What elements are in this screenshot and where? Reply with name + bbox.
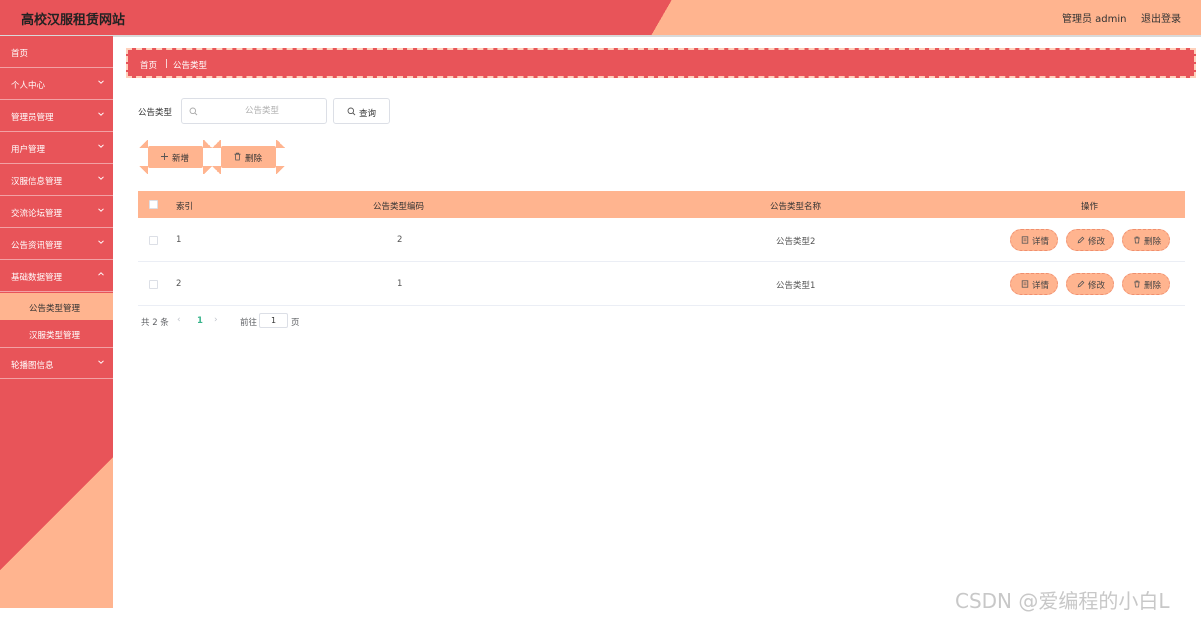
watermark: CSDN @爱编程的小白L (955, 589, 1170, 613)
search-input[interactable] (202, 102, 322, 120)
edit-icon (1077, 280, 1085, 288)
chevron-down-icon (98, 240, 104, 244)
sidebar-item-home[interactable]: 首页 (0, 36, 113, 68)
cell-index: 2 (176, 279, 182, 289)
column-header-name: 公告类型名称 (770, 202, 822, 212)
chevron-down-icon (98, 144, 104, 148)
document-icon (1021, 280, 1029, 288)
trash-icon (1134, 236, 1140, 244)
trash-icon (1134, 280, 1140, 288)
detail-button[interactable]: 详情 (1010, 229, 1058, 251)
sidebar-item-users[interactable]: 用户管理 (0, 132, 113, 164)
sidebar-item-profile[interactable]: 个人中心 (0, 68, 113, 100)
pagination-page-number[interactable]: 1 (197, 316, 203, 326)
edit-button-label: 修改 (1088, 237, 1106, 247)
breadcrumb-current: 公告类型 (173, 61, 208, 71)
pagination-goto-input[interactable] (259, 313, 288, 328)
column-header-actions: 操作 (1081, 202, 1099, 212)
query-button-label: 查询 (359, 109, 377, 119)
trash-icon (234, 152, 241, 161)
plus-icon (161, 153, 168, 160)
sidebar-subitem-hanfu-type[interactable]: 汉服类型管理 (0, 320, 113, 347)
breadcrumb-separator: | (165, 59, 168, 69)
search-label: 公告类型 (138, 108, 173, 118)
batch-delete-button-label: 删除 (245, 154, 263, 164)
pagination-goto-label: 前往 (240, 318, 258, 328)
add-button[interactable]: 新增 (138, 140, 213, 174)
sidebar-item-label: 轮播图信息 (11, 361, 54, 371)
column-header-index: 索引 (176, 202, 194, 212)
detail-button-label: 详情 (1032, 281, 1050, 291)
edit-button[interactable]: 修改 (1066, 273, 1114, 295)
chevron-down-icon (98, 208, 104, 212)
breadcrumb-home[interactable]: 首页 (140, 59, 157, 71)
sidebar-item-label: 用户管理 (11, 145, 46, 155)
pagination-total: 共 2 条 (141, 318, 169, 328)
select-all-checkbox[interactable] (149, 200, 158, 209)
sidebar-subitem-notice-type[interactable]: 公告类型管理 (0, 293, 113, 320)
chevron-down-icon (98, 80, 104, 84)
sidebar-subitem-label: 汉服类型管理 (29, 331, 81, 341)
delete-button-label: 删除 (1144, 281, 1162, 291)
sidebar-item-hanfu-info[interactable]: 汉服信息管理 (0, 164, 113, 196)
sidebar-item-admins[interactable]: 管理员管理 (0, 100, 113, 132)
add-button-label: 新增 (172, 154, 190, 164)
sidebar-item-label: 个人中心 (11, 81, 46, 91)
chevron-up-icon (98, 272, 104, 276)
chevron-down-icon (98, 112, 104, 116)
row-checkbox[interactable] (149, 280, 158, 289)
table-row: 2 1 公告类型1 详情 修改 删除 (138, 262, 1185, 306)
sidebar-subitem-label: 公告类型管理 (29, 304, 81, 314)
delete-button[interactable]: 删除 (1122, 229, 1170, 251)
delete-button[interactable]: 删除 (1122, 273, 1170, 295)
chevron-left-icon[interactable]: ‹ (177, 315, 181, 325)
cell-name: 公告类型2 (776, 237, 816, 247)
chevron-down-icon (98, 360, 104, 364)
edit-button-label: 修改 (1088, 281, 1106, 291)
detail-button[interactable]: 详情 (1010, 273, 1058, 295)
search-icon (347, 107, 356, 116)
detail-button-label: 详情 (1032, 237, 1050, 247)
sidebar-item-label: 公告资讯管理 (11, 241, 63, 251)
header-divider (0, 35, 1201, 37)
sidebar-item-forum[interactable]: 交流论坛管理 (0, 196, 113, 228)
cell-code: 1 (397, 279, 403, 289)
sidebar-item-base-data[interactable]: 基础数据管理 (0, 260, 113, 292)
sidebar-item-label: 管理员管理 (11, 113, 54, 123)
cell-code: 2 (397, 235, 403, 245)
chevron-right-icon[interactable]: › (214, 315, 218, 325)
document-icon (1021, 236, 1029, 244)
table-row: 1 2 公告类型2 详情 修改 删除 (138, 218, 1185, 262)
search-icon (189, 107, 198, 116)
admin-user-label: 管理员 admin (1062, 14, 1127, 25)
search-field[interactable] (181, 98, 327, 124)
sidebar-item-label: 基础数据管理 (11, 273, 63, 283)
pagination-page-suffix: 页 (291, 318, 300, 328)
app-title: 高校汉服租赁网站 (21, 13, 126, 28)
batch-delete-button[interactable]: 删除 (211, 140, 286, 174)
chevron-down-icon (98, 176, 104, 180)
cell-name: 公告类型1 (776, 281, 816, 291)
delete-button-label: 删除 (1144, 237, 1162, 247)
sidebar: 首页 个人中心 管理员管理 用户管理 汉服信息管理 交流论坛管理 公告资讯管理 … (0, 36, 113, 608)
column-header-code: 公告类型编码 (373, 202, 425, 212)
sidebar-item-carousel[interactable]: 轮播图信息 (0, 347, 113, 379)
top-header (0, 0, 1201, 35)
query-button[interactable]: 查询 (333, 98, 390, 124)
sidebar-item-label: 首页 (11, 49, 29, 59)
cell-index: 1 (176, 235, 182, 245)
edit-icon (1077, 236, 1085, 244)
sidebar-item-news[interactable]: 公告资讯管理 (0, 228, 113, 260)
table-header: 索引 公告类型编码 公告类型名称 操作 (138, 191, 1185, 218)
breadcrumb: 首页 | 公告类型 (126, 48, 1196, 78)
sidebar-item-label: 汉服信息管理 (11, 177, 63, 187)
logout-link[interactable]: 退出登录 (1141, 10, 1181, 25)
sidebar-item-label: 交流论坛管理 (11, 209, 63, 219)
edit-button[interactable]: 修改 (1066, 229, 1114, 251)
row-checkbox[interactable] (149, 236, 158, 245)
